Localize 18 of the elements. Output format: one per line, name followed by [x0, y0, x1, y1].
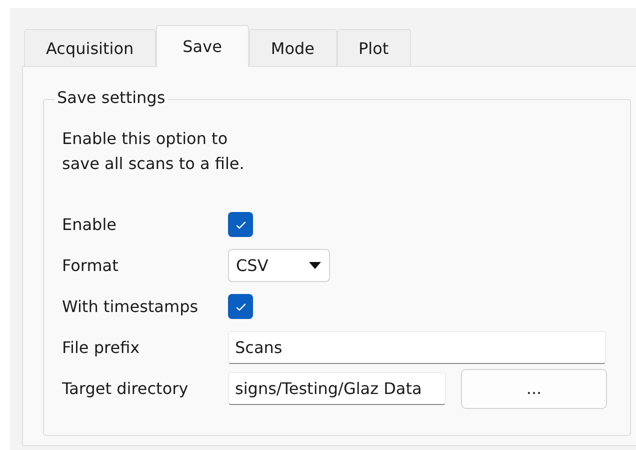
- field-label: File prefix: [62, 338, 141, 357]
- field-label: With timestamps: [62, 297, 200, 316]
- field-label: Enable: [62, 215, 118, 234]
- tab[interactable]: Plot: [336, 29, 411, 66]
- checkbox[interactable]: [228, 294, 253, 319]
- browse-button[interactable]: ...: [461, 368, 607, 408]
- directory-field[interactable]: signs/Testing/Glaz Data: [228, 372, 446, 405]
- checkbox[interactable]: [228, 212, 253, 237]
- field-label: Format: [62, 256, 120, 275]
- caret-icon: [309, 262, 321, 269]
- tab[interactable]: Mode: [248, 29, 337, 66]
- text-field[interactable]: Scans: [228, 331, 606, 364]
- group-title: Save settings: [54, 88, 168, 107]
- tab[interactable]: Save: [156, 25, 249, 67]
- format-dropdown[interactable]: CSV: [228, 249, 330, 282]
- field-label: Target directory: [62, 379, 190, 398]
- tab[interactable]: Acquisition: [24, 29, 156, 66]
- description-text: Enable this option to save all scans to a file.: [62, 128, 246, 175]
